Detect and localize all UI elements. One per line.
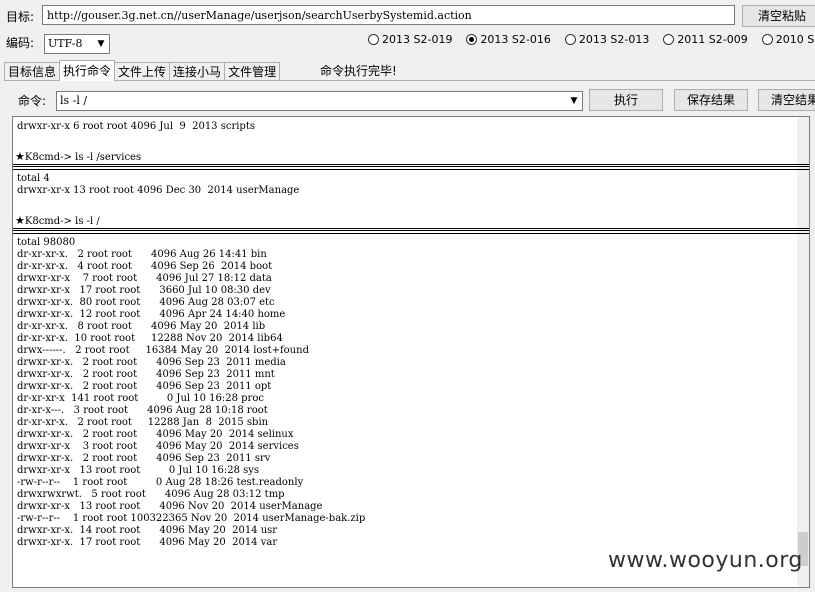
vertical-scrollbar[interactable] — [797, 117, 809, 587]
output-line: -rw-r--r-- 1 root root 100322365 Nov 20 … — [17, 513, 366, 524]
output-line: drwxr-xr-x. 2 root root 4096 Sep 23 2011… — [17, 453, 271, 464]
tab-2[interactable]: 文件上传 — [114, 62, 171, 81]
target-label: 目标: — [6, 10, 35, 24]
version-radio-label: 2013 S2-013 — [578, 33, 650, 46]
separator-double — [13, 228, 809, 231]
separator-double — [13, 164, 809, 167]
command-value: ls -l / — [60, 94, 88, 107]
clear-paste-button[interactable]: 清空粘贴 — [742, 5, 815, 27]
save-result-button[interactable]: 保存结果 — [674, 89, 748, 111]
encoding-select[interactable]: UTF-8 ▼ — [44, 34, 110, 54]
output-line: drwxr-xr-x 6 root root 4096 Jul 9 2013 s… — [17, 121, 255, 132]
encoding-value: UTF-8 — [48, 37, 83, 50]
tab-4[interactable]: 文件管理 — [224, 62, 281, 81]
version-radio-label: 2011 S2-009 — [677, 33, 748, 46]
star-icon: ★ — [15, 214, 25, 227]
version-radio[interactable]: 2010 S2- — [761, 33, 815, 46]
tab-bar: 目标信息 执行命令 文件上传 连接小马 文件管理 — [4, 60, 281, 81]
radio-circle-icon — [564, 34, 576, 45]
output-line: dr-xr-xr-x 141 root root 0 Jul 10 16:28 … — [17, 393, 264, 404]
version-radio-group: 2013 S2-019 2013 S2-016 2013 S2-013 2011 S2… — [368, 33, 815, 51]
command-echo: ★K8cmd-> ls -l / — [15, 214, 100, 228]
output-line: drwxr-xr-x. 2 root root 4096 Sep 23 2011… — [17, 357, 286, 368]
separator-single — [13, 169, 809, 170]
command-input[interactable]: ls -l / ▼ — [56, 91, 583, 111]
output-line: drwx------. 2 root root 16384 May 20 201… — [17, 345, 309, 356]
version-radio[interactable]: 2011 S2-009 — [663, 33, 748, 46]
output-line: total 98080 — [17, 237, 76, 248]
radio-circle-icon — [663, 34, 675, 45]
version-radio-label: 2013 S2-019 — [382, 33, 453, 46]
output-line: dr-xr-xr-x. 10 root root 12288 Nov 20 20… — [17, 333, 283, 344]
output-line: drwxr-xr-x 13 root root 0 Jul 10 16:28 s… — [17, 465, 260, 476]
output-line: drwxr-xr-x. 17 root root 4096 May 20 201… — [17, 537, 278, 548]
version-radio-label: 2010 S2- — [775, 33, 815, 46]
separator-single — [13, 233, 809, 234]
output-line: drwxr-xr-x. 80 root root 4096 Aug 28 03:… — [17, 297, 275, 308]
version-radio[interactable]: 2013 S2-016 — [466, 33, 551, 46]
version-radio[interactable]: 2013 S2-013 — [564, 33, 650, 46]
command-echo: ★K8cmd-> ls -l /services — [15, 150, 142, 164]
target-url-input[interactable]: http://gouser.3g.net.cn//userManage/user… — [42, 5, 735, 25]
status-text: 命令执行完毕! — [320, 64, 397, 78]
output-line: dr-xr-xr-x. 2 root root 12288 Jan 8 2015… — [17, 417, 269, 428]
output-area[interactable]: drwxr-xr-x 6 root root 4096 Jul 9 2013 s… — [12, 116, 810, 588]
star-icon: ★ — [15, 150, 25, 163]
output-line: -rw-r--r-- 1 root root 0 Aug 28 18:26 te… — [17, 477, 304, 488]
chevron-down-icon: ▼ — [97, 39, 105, 49]
output-line: drwxr-xr-x 3 root root 4096 May 20 2014 … — [17, 441, 299, 452]
chevron-down-icon: ▼ — [570, 96, 578, 106]
command-echo-text: K8cmd-> ls -l /services — [24, 152, 142, 163]
output-line: drwxr-xr-x. 2 root root 4096 Sep 23 2011… — [17, 369, 275, 380]
output-line: drwxr-xr-x 13 root root 4096 Dec 30 2014… — [17, 185, 300, 196]
tab-1[interactable]: 执行命令 — [59, 60, 116, 81]
radio-circle-icon — [466, 34, 478, 45]
command-echo-text: K8cmd-> ls -l / — [24, 216, 100, 227]
radio-circle-icon — [368, 34, 379, 45]
radio-circle-icon — [761, 34, 773, 45]
output-line: drwxrwxrwt. 5 root root 4096 Aug 28 03:1… — [17, 489, 285, 500]
command-label: 命令: — [18, 94, 47, 108]
output-line: dr-xr-xr-x. 4 root root 4096 Sep 26 2014… — [17, 261, 273, 272]
watermark: www.wooyun.org — [608, 548, 803, 573]
output-line: dr-xr-xr-x. 8 root root 4096 May 20 2014… — [17, 321, 266, 332]
tab-0[interactable]: 目标信息 — [4, 62, 61, 81]
output-line: total 4 — [17, 173, 50, 184]
output-line: drwxr-xr-x. 2 root root 4096 Sep 23 2011… — [17, 381, 272, 392]
execute-button[interactable]: 执行 — [589, 89, 663, 111]
output-line: drwxr-xr-x. 2 root root 4096 May 20 2014… — [17, 429, 294, 440]
output-line: drwxr-xr-x 13 root root 4096 Nov 20 2014… — [17, 501, 323, 512]
output-line: drwxr-xr-x. 14 root root 4096 May 20 201… — [17, 525, 278, 536]
version-radio[interactable]: 2013 S2-019 — [368, 33, 452, 46]
output-line: drwxr-xr-x. 12 root root 4096 Apr 24 14:… — [17, 309, 286, 320]
clear-result-button[interactable]: 清空结果 — [758, 89, 815, 111]
output-line: drwxr-xr-x 17 root root 3660 Jul 10 08:3… — [17, 285, 271, 296]
version-radio-label: 2013 S2-016 — [480, 33, 551, 46]
output-line: dr-xr-xr-x. 2 root root 4096 Aug 26 14:4… — [17, 249, 267, 260]
encoding-label: 编码: — [6, 36, 35, 50]
output-line: drwxr-xr-x 7 root root 4096 Jul 27 18:12… — [17, 273, 272, 284]
tab-3[interactable]: 连接小马 — [169, 62, 226, 81]
output-line: dr-xr-x---. 3 root root 4096 Aug 28 10:1… — [17, 405, 268, 416]
